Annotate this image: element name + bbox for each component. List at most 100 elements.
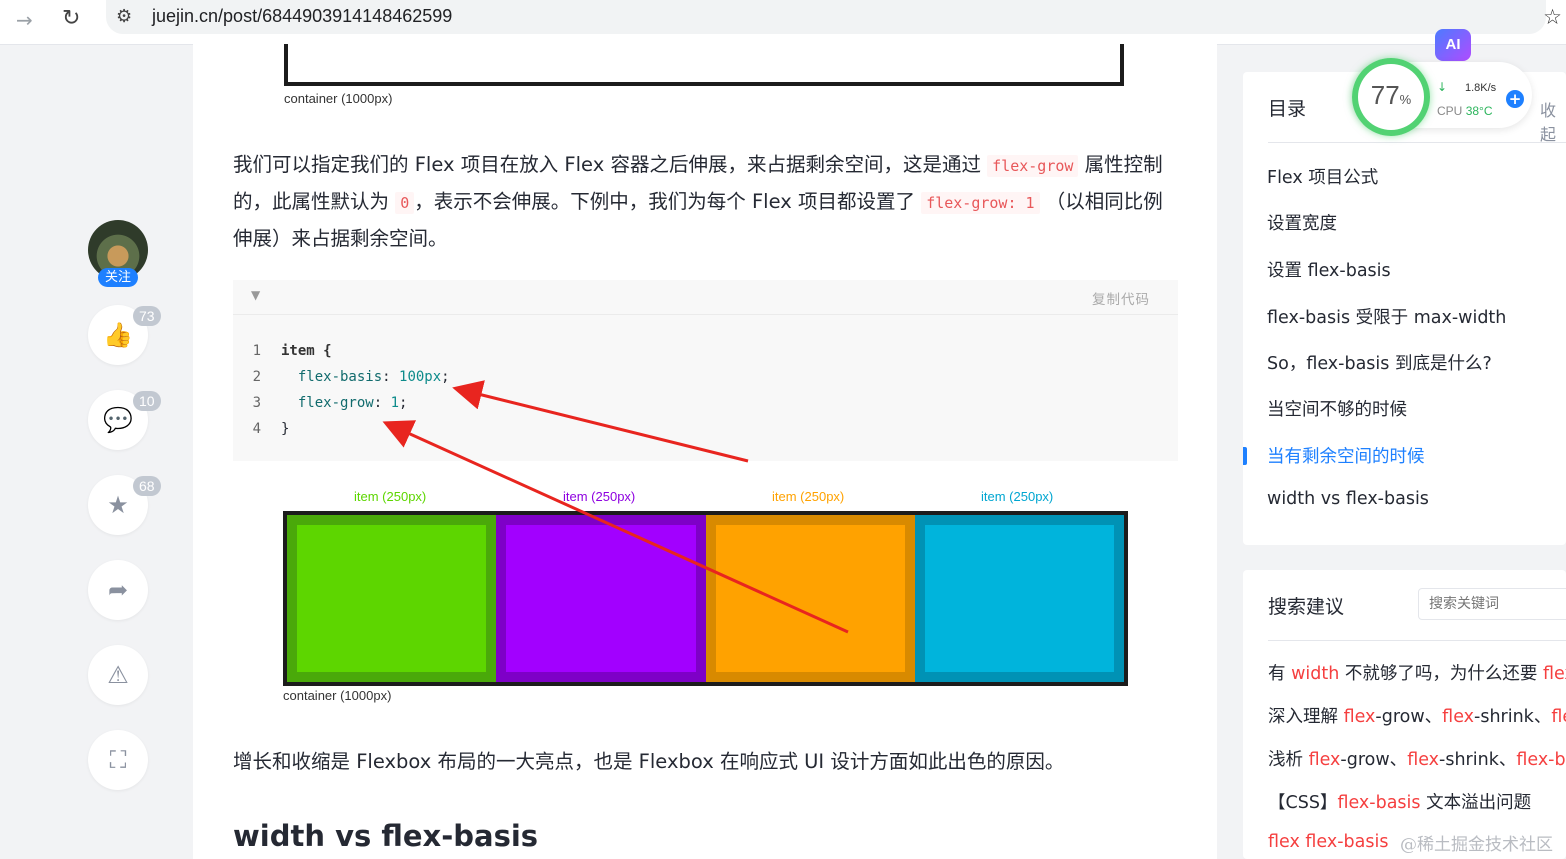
thumbs-up-icon: 👍 bbox=[103, 321, 133, 349]
table-of-contents: 目录 收起 Flex 项目公式 设置宽度 设置 flex-basis flex-… bbox=[1243, 72, 1566, 545]
suggestion-text: 深入理解 bbox=[1268, 707, 1344, 727]
code-text: item { bbox=[281, 343, 332, 359]
toc-active-indicator bbox=[1243, 447, 1247, 465]
item-label: item (250px) bbox=[563, 489, 636, 504]
flex-item-content bbox=[924, 525, 1114, 672]
para-text: ，表示不会伸展。下例中，我们为每个 Flex 项目都设置了 bbox=[414, 190, 915, 213]
copy-code-button[interactable]: 复制代码 bbox=[1092, 288, 1150, 308]
code-line: 2 flex-basis: 100px; bbox=[233, 364, 450, 390]
plus-icon[interactable]: + bbox=[1506, 90, 1524, 108]
report-button[interactable]: ⚠ bbox=[88, 645, 148, 705]
code-value: 1 bbox=[390, 395, 400, 411]
suggestion-highlight: flex bbox=[1343, 707, 1376, 727]
flex-item bbox=[914, 515, 1124, 682]
search-suggestions-panel: 搜索建议 有 width 不就够了吗，为什么还要 flex深入理解 flex-g… bbox=[1243, 570, 1566, 859]
toc-item[interactable]: flex-basis 受限于 max-width bbox=[1267, 304, 1506, 329]
watermark: @稀土掘金技术社区 bbox=[1400, 835, 1553, 855]
cpu-temp-value: 38°C bbox=[1465, 104, 1493, 118]
line-number: 4 bbox=[252, 421, 261, 437]
memory-gauge[interactable]: 77% bbox=[1352, 58, 1430, 136]
suggestion-text: 文本溢出问题 bbox=[1420, 793, 1532, 813]
code-text: } bbox=[281, 421, 290, 437]
toc-item[interactable]: So，flex-basis 到底是什么? bbox=[1267, 350, 1492, 375]
flex-container-diagram bbox=[283, 511, 1128, 686]
suggestion-item[interactable]: flex flex-basis bbox=[1268, 832, 1388, 852]
suggestion-text: -grow、 bbox=[1340, 750, 1408, 770]
suggestion-item[interactable]: 有 width 不就够了吗，为什么还要 flex bbox=[1268, 660, 1566, 685]
code-line: 3 flex-grow: 1; bbox=[233, 390, 408, 416]
divider bbox=[1268, 142, 1566, 143]
download-arrow-icon: ↓ bbox=[1437, 80, 1448, 94]
collect-count: 68 bbox=[133, 476, 161, 496]
net-speed: 1.8K/s bbox=[1465, 82, 1497, 94]
search-title: 搜索建议 bbox=[1268, 596, 1345, 618]
suggestion-highlight: flex-ba bbox=[1516, 750, 1566, 770]
gauge-value: 77% bbox=[1352, 80, 1430, 111]
code-property: flex-basis bbox=[297, 369, 383, 385]
suggestion-item[interactable]: 【CSS】flex-basis 文本溢出问题 bbox=[1268, 789, 1531, 814]
suggestion-text: 不就够了吗，为什么还要 bbox=[1339, 664, 1543, 684]
toc-item[interactable]: width vs flex-basis bbox=[1267, 489, 1429, 509]
suggestion-text: 有 bbox=[1268, 664, 1292, 684]
collapse-caret-icon[interactable]: ▼ bbox=[251, 288, 260, 302]
article-body: container (1000px) 我们可以指定我们的 Flex 项目在放入 … bbox=[193, 44, 1217, 859]
site-settings-icon[interactable]: ⚙ bbox=[116, 6, 132, 27]
container-diagram-top bbox=[284, 44, 1124, 86]
suggestion-item[interactable]: 深入理解 flex-grow、flex-shrink、fle bbox=[1268, 703, 1566, 728]
bookmark-star-icon[interactable]: ☆ bbox=[1543, 5, 1562, 29]
flex-item-content bbox=[506, 525, 696, 672]
line-number: 3 bbox=[252, 395, 261, 411]
follow-button[interactable]: 关注 bbox=[98, 268, 138, 287]
suggestion-highlight: flex bbox=[1308, 750, 1341, 770]
flex-item bbox=[705, 515, 915, 682]
toc-item[interactable]: Flex 项目公式 bbox=[1267, 164, 1378, 189]
gauge-unit: % bbox=[1399, 92, 1412, 107]
like-count: 73 bbox=[133, 306, 161, 326]
toc-item[interactable]: 当空间不够的时候 bbox=[1267, 396, 1407, 421]
container-caption-top: container (1000px) bbox=[284, 91, 393, 106]
focus-mode-icon: ⛶ bbox=[109, 746, 127, 774]
star-icon: ★ bbox=[107, 491, 129, 519]
inline-code: 0 bbox=[395, 192, 415, 214]
share-arrow-icon: ➦ bbox=[107, 576, 129, 604]
flex-item bbox=[496, 515, 706, 682]
para-text: 我们可以指定我们的 Flex 项目在放入 Flex 容器之后伸展，来占据剩余空间… bbox=[233, 153, 981, 176]
paragraph-flexbox: 增长和收缩是 Flexbox 布局的一大亮点，也是 Flexbox 在响应式 U… bbox=[233, 750, 1065, 773]
toc-item[interactable]: 设置 flex-basis bbox=[1267, 257, 1391, 282]
toc-title: 目录 bbox=[1268, 98, 1307, 120]
url-text[interactable]: juejin.cn/post/6844903914148462599 bbox=[152, 6, 452, 27]
suggestion-highlight: flex bbox=[1442, 707, 1475, 727]
suggestion-highlight: flex bbox=[1407, 750, 1440, 770]
comment-count: 10 bbox=[133, 391, 161, 411]
comment-icon: 💬 bbox=[103, 406, 133, 434]
cpu-label: CPU bbox=[1437, 104, 1463, 118]
ai-assistant-button[interactable]: AI bbox=[1435, 29, 1471, 61]
suggestion-highlight: fle bbox=[1551, 707, 1566, 727]
line-number: 1 bbox=[252, 343, 261, 359]
share-button[interactable]: ➦ bbox=[88, 560, 148, 620]
item-label: item (250px) bbox=[354, 489, 427, 504]
suggestion-text: -grow、 bbox=[1375, 707, 1443, 727]
warning-icon: ⚠ bbox=[107, 661, 129, 689]
toc-collapse-button[interactable]: 收起 bbox=[1540, 97, 1566, 145]
search-input[interactable] bbox=[1418, 588, 1566, 620]
forward-arrow-icon[interactable]: → bbox=[16, 8, 33, 32]
toc-item[interactable]: 设置宽度 bbox=[1267, 210, 1337, 235]
fullscreen-button[interactable]: ⛶ bbox=[88, 730, 148, 790]
inline-code: flex-grow bbox=[987, 155, 1079, 177]
cpu-temp: CPU 38°C bbox=[1437, 104, 1493, 118]
code-line: 4} bbox=[233, 416, 290, 442]
reload-icon[interactable]: ↻ bbox=[62, 6, 80, 31]
inline-code: flex-grow: 1 bbox=[921, 192, 1040, 214]
code-property: flex-grow bbox=[297, 395, 374, 411]
suggestion-text: -shrink、 bbox=[1439, 750, 1517, 770]
suggestion-text: -shrink、 bbox=[1474, 707, 1552, 727]
suggestion-highlight: flex-basis bbox=[1337, 793, 1421, 813]
code-block-header: ▼ 复制代码 bbox=[233, 280, 1178, 315]
browser-address-bar: → ↻ ⚙ juejin.cn/post/6844903914148462599… bbox=[0, 0, 1566, 45]
toc-item-active[interactable]: 当有剩余空间的时候 bbox=[1267, 443, 1425, 468]
code-value: 100px bbox=[399, 369, 442, 385]
suggestion-item[interactable]: 浅析 flex-grow、flex-shrink、flex-ba bbox=[1268, 746, 1566, 771]
line-number: 2 bbox=[252, 369, 261, 385]
code-line: 1 item { bbox=[233, 338, 332, 364]
